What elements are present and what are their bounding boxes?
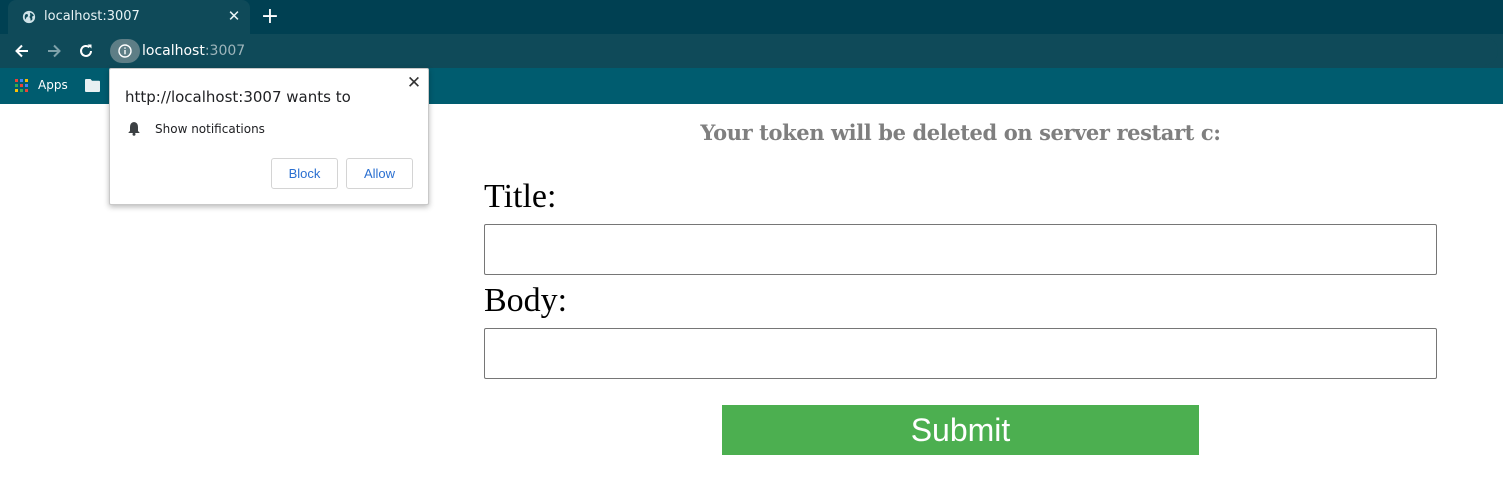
close-icon[interactable]: ✕ xyxy=(406,75,422,92)
url-text[interactable]: localhost:3007 xyxy=(142,43,245,59)
toolbar: localhost:3007 xyxy=(0,34,1503,68)
token-notice: Your token will be deleted on server res… xyxy=(700,120,1221,145)
title-label: Title: xyxy=(484,178,557,215)
close-icon[interactable]: ✕ xyxy=(226,8,242,24)
allow-button[interactable]: Allow xyxy=(346,158,413,189)
globe-icon xyxy=(22,10,36,24)
back-icon[interactable] xyxy=(12,41,32,61)
body-input[interactable] xyxy=(484,328,1437,379)
title-input[interactable] xyxy=(484,224,1437,275)
permission-label: Show notifications xyxy=(155,122,265,136)
plus-icon[interactable]: + xyxy=(259,6,281,28)
info-icon xyxy=(118,44,132,58)
folder-icon[interactable] xyxy=(85,79,100,92)
notification-permission-popup: ✕ http://localhost:3007 wants to Show no… xyxy=(109,68,429,205)
body-label: Body: xyxy=(484,282,568,319)
popup-title: http://localhost:3007 wants to xyxy=(125,88,351,106)
site-info-button[interactable] xyxy=(110,39,140,63)
forward-icon[interactable] xyxy=(44,41,64,61)
tab-title: localhost:3007 xyxy=(44,9,140,24)
apps-grid-icon[interactable] xyxy=(15,79,29,93)
tab-strip: localhost:3007 ✕ + xyxy=(0,0,1503,34)
url-port: :3007 xyxy=(204,43,246,59)
block-button[interactable]: Block xyxy=(271,158,338,189)
bell-icon xyxy=(128,122,140,136)
address-bar[interactable]: localhost:3007 xyxy=(108,37,1498,65)
submit-button[interactable]: Submit xyxy=(722,405,1199,455)
tab-localhost[interactable]: localhost:3007 ✕ xyxy=(8,0,250,34)
apps-bookmark[interactable]: Apps xyxy=(38,78,68,92)
reload-icon[interactable] xyxy=(76,41,96,61)
url-host: localhost xyxy=(142,43,205,59)
